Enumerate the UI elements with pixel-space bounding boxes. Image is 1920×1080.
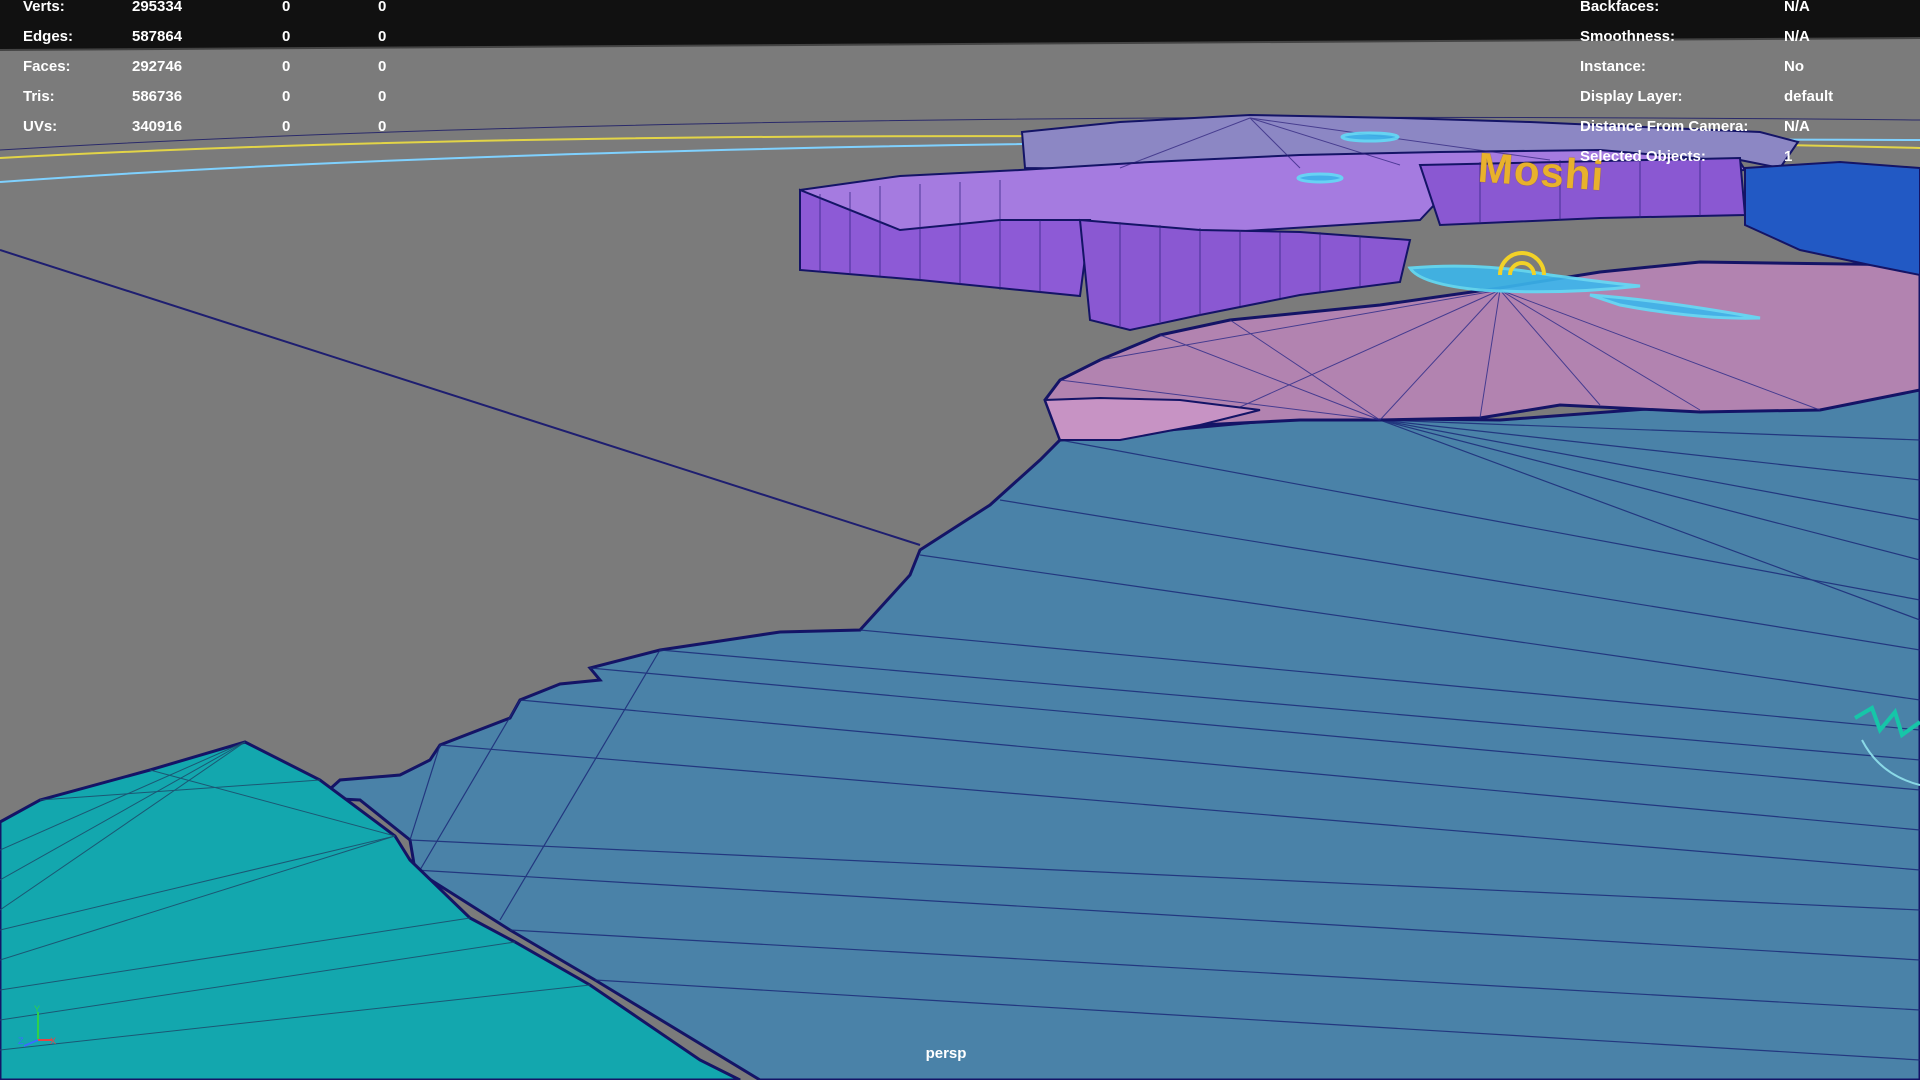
stat-label: Edges:: [23, 28, 74, 45]
axis-x-label: X: [50, 1036, 56, 1046]
stat-value: 0: [378, 58, 387, 75]
stat-label: Faces:: [23, 58, 71, 75]
stat-row-verts: Verts: 295334 0 0: [0, 0, 420, 22]
axis-y-label: Y: [34, 1004, 40, 1014]
detail-label: Display Layer:: [1580, 88, 1683, 105]
detail-value: No: [1784, 58, 1804, 75]
detail-row-instance: Instance: No: [1580, 52, 1920, 82]
stat-value: 0: [282, 0, 291, 15]
camera-name-label: persp: [925, 1045, 967, 1062]
stat-label: UVs:: [23, 118, 58, 135]
stat-value: 0: [282, 118, 291, 135]
detail-row-distance: Distance From Camera: N/A: [1580, 112, 1920, 142]
stat-value: 0: [378, 28, 387, 45]
stat-value: 340916: [132, 118, 183, 135]
detail-row-selected: Selected Objects: 1: [1580, 142, 1920, 172]
detail-value: N/A: [1784, 28, 1810, 45]
stat-value: 0: [282, 58, 291, 75]
axis-z-label: Z: [18, 1036, 24, 1046]
stat-value: 0: [282, 28, 291, 45]
stat-value: 292746: [132, 58, 183, 75]
detail-label: Smoothness:: [1580, 28, 1676, 45]
object-details-hud: Backfaces: N/A Smoothness: N/A Instance:…: [1580, 0, 1920, 172]
stat-label: Tris:: [23, 88, 55, 105]
detail-label: Distance From Camera:: [1580, 118, 1749, 135]
detail-row-display-layer: Display Layer: default: [1580, 82, 1920, 112]
detail-row-backfaces: Backfaces: N/A: [1580, 0, 1920, 22]
detail-value: N/A: [1784, 0, 1810, 15]
stat-value: 0: [378, 118, 387, 135]
detail-value: N/A: [1784, 118, 1810, 135]
poly-count-hud: Verts: 295334 0 0 Edges: 587864 0 0 Face…: [0, 0, 420, 142]
detail-value: default: [1784, 88, 1834, 105]
stat-value: 586736: [132, 88, 183, 105]
stat-value: 0: [378, 0, 387, 15]
stat-value: 587864: [132, 28, 183, 45]
stat-row-tris: Tris: 586736 0 0: [0, 82, 420, 112]
stat-row-edges: Edges: 587864 0 0: [0, 22, 420, 52]
detail-label: Instance:: [1580, 58, 1646, 75]
stat-row-uvs: UVs: 340916 0 0: [0, 112, 420, 142]
detail-value: 1: [1784, 148, 1793, 165]
detail-label: Backfaces:: [1580, 0, 1660, 15]
stat-value: 295334: [132, 0, 183, 15]
detail-label: Selected Objects:: [1580, 148, 1706, 165]
stat-value: 0: [378, 88, 387, 105]
stat-label: Verts:: [23, 0, 65, 15]
stat-row-faces: Faces: 292746 0 0: [0, 52, 420, 82]
stat-value: 0: [282, 88, 291, 105]
detail-row-smoothness: Smoothness: N/A: [1580, 22, 1920, 52]
